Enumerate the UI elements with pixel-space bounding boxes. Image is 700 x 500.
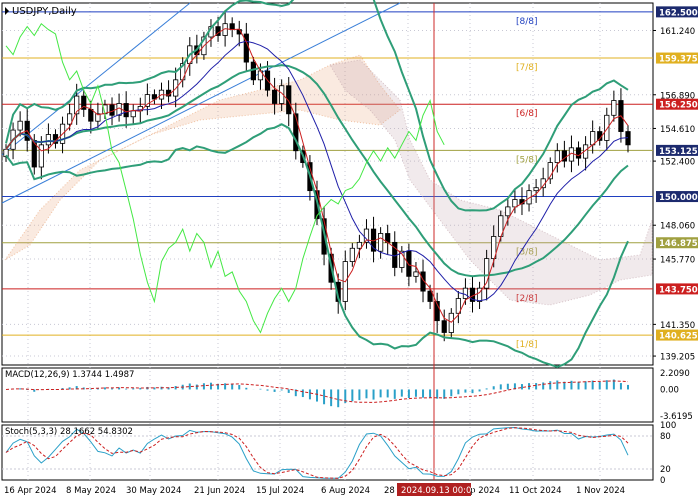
price-tag-label: 150.000 (659, 193, 698, 203)
murrey-level-label: [6/8] (516, 109, 538, 119)
macd-tick-label: 2.2090 (660, 369, 690, 379)
price-tag-label: 153.125 (659, 147, 698, 157)
time-tick-label: 1 Nov 2024 (576, 486, 625, 496)
price-tick-label: 161.240 (660, 27, 695, 37)
price-tick-label: 145.770 (660, 256, 695, 266)
stoch-title: Stoch(5,3,3) 28.1662 54.8302 (5, 427, 133, 437)
price-tag-label: 140.625 (659, 332, 698, 342)
chart-root: [8/8][7/8][6/8][5/8][3/8][2/8][1/8] 161.… (0, 0, 700, 500)
price-tag: 146.875 (656, 237, 698, 249)
price-tag-label: 146.875 (659, 239, 698, 249)
price-tag: 162.500 (656, 6, 698, 18)
window-title: USDJPY,Daily (12, 6, 77, 17)
stoch-tick-label: 20 (660, 465, 671, 475)
murrey-level-label: [8/8] (516, 17, 538, 27)
time-tick-label: 6 Aug 2024 (321, 486, 370, 496)
price-tag-label: 143.750 (659, 285, 698, 295)
murrey-level-label: [5/8] (516, 155, 538, 165)
price-tick-label: 141.350 (660, 321, 695, 331)
price-tick-label: 139.205 (660, 353, 695, 363)
price-tag-label: 162.500 (659, 8, 698, 18)
symbol-title: USDJPY,Daily (5, 6, 77, 17)
murrey-level-label: [1/8] (516, 340, 538, 350)
price-tag: 159.375 (656, 52, 698, 65)
price-tag-label: 156.250 (659, 101, 698, 111)
stoch-tick-label: 80 (660, 432, 671, 442)
time-tick-label: 11 Oct 2024 (509, 486, 562, 496)
macd-title: MACD(12,26,9) 1.3744 1.4987 (5, 370, 134, 380)
macd-tick-label: 0.00 (660, 385, 679, 395)
price-tick-label: 152.400 (660, 158, 695, 168)
price-tag: 150.000 (656, 191, 698, 203)
time-tick-label: 30 May 2024 (126, 486, 181, 496)
price-tag: 153.125 (656, 144, 698, 157)
time-tick-label: 15 Jul 2024 (256, 486, 304, 496)
crosshair-date-tag: 2024.09.13 00:00 (397, 483, 477, 496)
price-tag: 143.750 (656, 283, 698, 295)
price-tag: 140.625 (656, 329, 698, 342)
time-tick-label: 16 Apr 2024 (4, 486, 57, 496)
stoch-tick-label: 100 (660, 421, 676, 431)
time-tick-label: 8 May 2024 (66, 486, 116, 496)
crosshair-date-label: 2024.09.13 00:00 (401, 486, 477, 496)
price-tick-label: 154.610 (660, 125, 695, 135)
murrey-level-label: [7/8] (516, 63, 538, 73)
price-tick-label: 148.060 (660, 222, 695, 232)
time-tick-label: 21 Jun 2024 (194, 486, 245, 496)
stoch-tick-label: 0 (660, 476, 665, 486)
price-tag: 156.250 (656, 98, 698, 111)
price-tag-label: 159.375 (659, 55, 698, 65)
